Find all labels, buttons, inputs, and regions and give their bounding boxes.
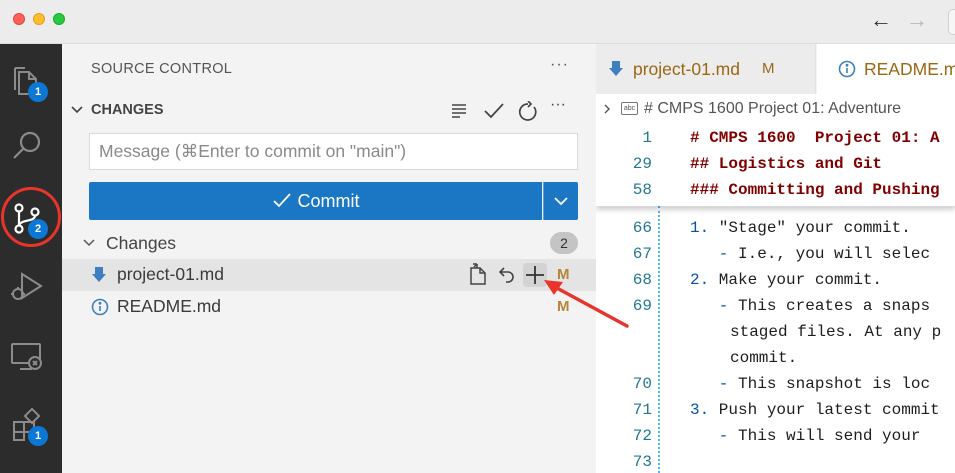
code-line: - I.e., you will selec (690, 245, 931, 263)
commit-message-box (89, 133, 578, 170)
check-icon (272, 193, 291, 208)
chevron-right-icon (604, 104, 610, 114)
code-line: - This snapshot is loc (690, 375, 931, 393)
commit-message-input[interactable] (90, 134, 577, 169)
markdown-file-icon (609, 61, 623, 76)
open-file-button[interactable] (466, 263, 490, 287)
remote-explorer-icon (11, 343, 42, 370)
close-window-button[interactable] (13, 13, 25, 25)
search-icon (13, 131, 41, 159)
commit-check-icon[interactable] (483, 101, 505, 121)
file-name: README.md (117, 296, 222, 316)
tab-label: project-01.md (633, 59, 740, 79)
explorer-button[interactable]: 1 (0, 50, 62, 110)
search-button[interactable] (0, 114, 62, 174)
extensions-badge: 1 (28, 426, 48, 446)
panel-title: SOURCE CONTROL (91, 61, 233, 77)
chevron-down-icon (83, 239, 95, 247)
line-number: 58 (632, 181, 652, 199)
editor-tabs: project-01.md M README.md (596, 44, 955, 94)
code-line: 3. Push your latest commit (690, 401, 940, 419)
code-line: 1. "Stage" your commit. (690, 219, 911, 237)
sticky-heading: ## Logistics and Git (690, 155, 883, 173)
commit-button-label: Commit (297, 190, 360, 211)
run-debug-button[interactable] (0, 256, 62, 316)
sticky-heading: # CMPS 1600 Project 01: A (690, 129, 940, 147)
changed-file-row[interactable]: README.md M (62, 291, 596, 323)
tab-modified-status: M (762, 60, 775, 77)
source-control-panel: SOURCE CONTROL ··· CHANGES ··· Commit Ch… (62, 44, 596, 473)
source-control-badge: 2 (28, 219, 48, 239)
changes-group-label: Changes (106, 233, 177, 253)
remote-explorer-button[interactable] (0, 325, 62, 385)
tab-label: README.md (864, 59, 955, 79)
zoom-window-button[interactable] (53, 13, 65, 25)
markdown-file-icon (92, 267, 106, 282)
discard-changes-button[interactable] (495, 263, 519, 287)
code-line: 2. Make your commit. (690, 271, 883, 289)
command-center[interactable] (948, 9, 955, 35)
view-as-list-icon[interactable] (449, 101, 469, 121)
sticky-heading: ### Committing and Pushing (690, 181, 940, 199)
chevron-down-icon (71, 106, 83, 114)
info-icon (838, 60, 856, 78)
code-line-wrapped: commit. (730, 349, 798, 367)
code-line: - This will send your (690, 427, 921, 445)
annotation-arrow (544, 280, 629, 328)
code-line-wrapped: staged files. At any p (730, 323, 942, 341)
run-debug-icon (11, 272, 43, 300)
line-number: 72 (632, 427, 652, 445)
extensions-button[interactable]: 1 (0, 394, 62, 454)
code-line: - This creates a snaps (690, 297, 931, 315)
line-number: 73 (632, 453, 652, 471)
changes-section-header[interactable]: CHANGES ··· (62, 96, 596, 124)
breadcrumb-heading: # CMPS 1600 Project 01: Adventure (644, 100, 902, 117)
changed-file-row[interactable]: project-01.md M (62, 259, 596, 291)
chevron-down-icon (554, 197, 568, 206)
breadcrumb[interactable]: abc # CMPS 1600 Project 01: Adventure (596, 94, 955, 124)
back-arrow-icon[interactable]: ← (870, 9, 892, 31)
commit-button[interactable]: Commit (89, 182, 542, 220)
discard-icon (498, 267, 514, 283)
open-file-icon (470, 263, 486, 285)
changes-group[interactable]: Changes 2 (62, 230, 596, 256)
forward-arrow-icon[interactable]: → (906, 9, 928, 31)
tab-readme[interactable]: README.md (817, 44, 955, 94)
more-actions-icon[interactable]: ··· (550, 96, 566, 114)
more-actions-icon[interactable]: ··· (550, 56, 569, 74)
source-control-button[interactable]: 2 (0, 187, 62, 247)
tab-project-01[interactable]: project-01.md M (596, 44, 816, 94)
commit-dropdown-button[interactable] (543, 182, 578, 220)
info-icon (91, 298, 109, 316)
line-number: 71 (632, 401, 652, 419)
changes-count-badge: 2 (550, 232, 578, 254)
refresh-icon[interactable] (517, 101, 539, 123)
title-bar: ← → (0, 0, 955, 44)
line-number: 67 (632, 245, 652, 263)
sticky-scroll[interactable]: 1 # CMPS 1600 Project 01: A 29 ## Logist… (596, 124, 955, 206)
line-number: 70 (632, 375, 652, 393)
line-number: 1 (642, 129, 652, 147)
editor-area: project-01.md M README.md abc # CMPS 160… (596, 44, 955, 473)
minimize-window-button[interactable] (33, 13, 45, 25)
explorer-badge: 1 (28, 82, 48, 102)
file-name: project-01.md (117, 264, 224, 284)
line-number: 29 (632, 155, 652, 173)
modified-gutter-indicator (658, 206, 660, 473)
line-number: 66 (632, 219, 652, 237)
changes-section-title: CHANGES (91, 102, 164, 118)
text-symbol-icon: abc (621, 102, 638, 115)
activity-bar: 1 2 1 (0, 44, 62, 473)
